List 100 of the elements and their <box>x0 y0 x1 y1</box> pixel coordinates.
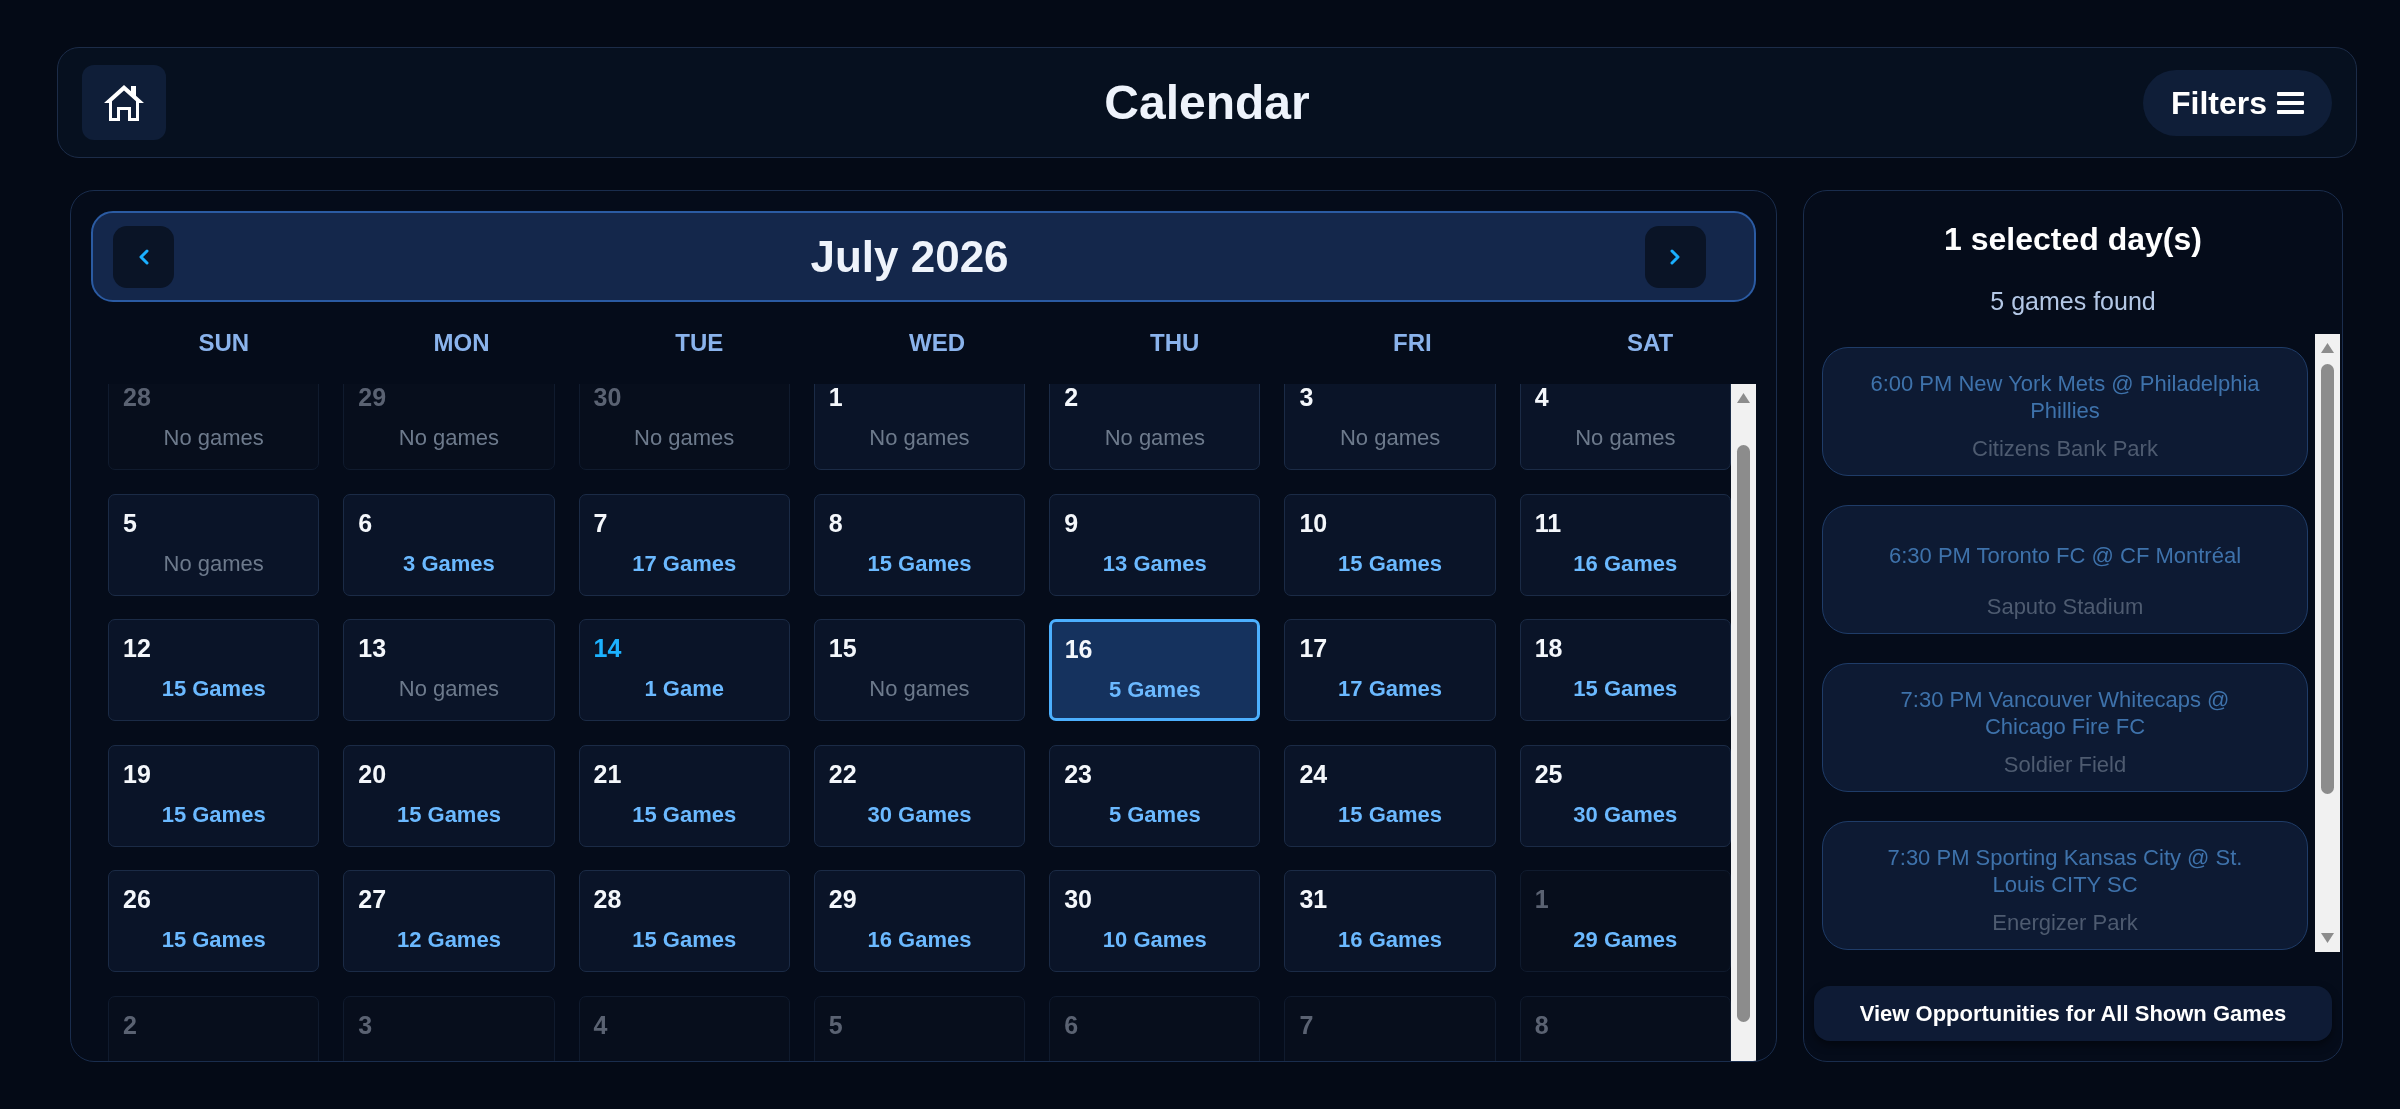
weekday-label: FRI <box>1393 328 1432 358</box>
day-number: 21 <box>593 758 622 789</box>
day-number: 11 <box>1534 507 1562 538</box>
chevron-left-icon <box>138 248 149 265</box>
scrollbar[interactable] <box>2315 334 2340 952</box>
game-count: No games <box>163 424 264 452</box>
day-cell[interactable]: 30 10 Games <box>1049 870 1261 972</box>
day-cell[interactable]: 22 30 Games <box>813 744 1026 847</box>
day-number: 29 <box>828 884 857 914</box>
day-number: 20 <box>358 758 387 789</box>
day-cell[interactable]: 12 15 Games <box>108 619 320 721</box>
scrollbar[interactable] <box>1731 384 1756 1061</box>
game-count: 15 Games <box>632 800 737 829</box>
day-cell[interactable]: 23 5 Games <box>1049 744 1261 847</box>
day-cell[interactable]: 13 No games <box>343 619 555 721</box>
scrollbar-thumb[interactable] <box>1737 445 1750 1022</box>
game-count: No games <box>398 675 500 703</box>
day-cell[interactable]: 29 No games <box>343 384 555 470</box>
day-cell[interactable]: 17 17 Games <box>1284 619 1496 721</box>
day-cell[interactable]: 10 15 Games <box>1284 493 1496 596</box>
day-cell[interactable]: 18 15 Games <box>1519 619 1731 721</box>
day-cell[interactable]: 9 13 Games <box>1049 493 1261 596</box>
game-count: 15 Games <box>396 800 501 829</box>
page-title: Calendar <box>1104 74 1310 131</box>
day-cell[interactable]: 29 16 Games <box>813 870 1026 972</box>
day-number: 8 <box>1534 1009 1549 1040</box>
games-found-label: 5 games found <box>1990 286 2156 317</box>
day-cell[interactable]: 31 16 Games <box>1284 870 1496 972</box>
day-number: 6 <box>1064 1009 1079 1040</box>
game-count: 17 Games <box>632 549 737 578</box>
day-number: 3 <box>1299 384 1314 412</box>
day-cell[interactable]: 25 30 Games <box>1519 744 1731 847</box>
day-cell[interactable]: 15 No games <box>813 619 1026 721</box>
day-cell[interactable]: 28 No games <box>108 384 320 470</box>
day-number: 16 <box>1064 633 1093 664</box>
game-count: 30 Games <box>867 800 972 829</box>
scroll-up-icon[interactable] <box>1736 392 1751 404</box>
day-number: 5 <box>828 1009 843 1040</box>
day-number: 23 <box>1064 758 1092 789</box>
day-number: 3 <box>358 1009 373 1040</box>
day-cell[interactable]: 1 No games <box>813 384 1026 470</box>
game-title: 6:00 PM New York Mets @ Philadelphia Phillies <box>1869 370 2261 424</box>
view-opportunities-button[interactable]: View Opportunities for All Shown Games <box>1814 986 2332 1041</box>
day-cell[interactable]: 27 12 Games <box>343 870 555 972</box>
day-cell[interactable]: 30 No games <box>578 384 790 470</box>
day-cell[interactable]: 8 15 Games <box>813 493 1026 596</box>
day-number: 10 <box>1299 507 1328 538</box>
day-cell[interactable]: 20 15 Games <box>343 744 555 847</box>
month-title: July 2026 <box>810 230 1009 283</box>
day-number: 12 <box>123 633 151 663</box>
day-number: 18 <box>1534 633 1563 663</box>
day-cell[interactable]: 24 15 Games <box>1284 744 1496 847</box>
day-cell[interactable]: 21 15 Games <box>578 744 790 847</box>
home-button[interactable] <box>82 65 166 140</box>
day-number: 19 <box>123 758 151 789</box>
game-count: 29 Games <box>1573 926 1678 954</box>
game-count: No games <box>1104 424 1205 452</box>
day-cell[interactable]: 2 No games <box>1049 384 1261 470</box>
game-count: No games <box>869 675 970 703</box>
weekday-label: THU <box>1150 328 1200 358</box>
venue-label: Citizens Bank Park <box>1972 435 2158 462</box>
day-cell[interactable]: 14 1 Game <box>578 619 790 721</box>
day-number: 24 <box>1299 758 1328 789</box>
day-number: 29 <box>358 384 387 412</box>
day-cell[interactable]: 1 29 Games <box>1519 870 1731 972</box>
day-cell[interactable]: 16 5 Games <box>1049 619 1261 721</box>
day-number: 15 <box>828 633 857 663</box>
day-number: 14 <box>593 633 622 663</box>
game-count: 17 Games <box>1338 675 1443 703</box>
game-count: 16 Games <box>1338 926 1443 954</box>
day-number: 17 <box>1299 633 1328 663</box>
game-count: 16 Games <box>1573 549 1678 578</box>
weekday-label: SUN <box>198 328 250 358</box>
day-cell[interactable]: 7 17 Games <box>578 493 790 596</box>
scrollbar-thumb[interactable] <box>2321 364 2334 794</box>
day-number: 28 <box>593 884 622 914</box>
day-cell[interactable]: 4 No games <box>1519 384 1731 470</box>
day-cell[interactable]: 5 No games <box>108 493 320 596</box>
day-cell[interactable]: 28 15 Games <box>578 870 790 972</box>
day-number: 7 <box>1299 1009 1314 1040</box>
game-count: 15 Games <box>161 800 266 829</box>
day-number: 5 <box>123 507 137 538</box>
scroll-down-icon[interactable] <box>2320 932 2335 944</box>
weekday-label: SAT <box>1627 328 1674 358</box>
scroll-up-icon[interactable] <box>2320 342 2335 354</box>
game-count: 15 Games <box>632 926 737 954</box>
day-cell[interactable]: 26 15 Games <box>108 870 320 972</box>
day-number: 30 <box>1064 884 1092 914</box>
game-count: 3 Games <box>403 549 495 578</box>
day-cell[interactable]: 6 3 Games <box>343 493 555 596</box>
day-cell[interactable]: 11 16 Games <box>1519 493 1731 596</box>
day-cell[interactable]: 3 No games <box>1284 384 1496 470</box>
filters-button[interactable]: Filters <box>2142 69 2332 136</box>
game-count: No games <box>634 424 735 452</box>
day-cell[interactable]: 19 15 Games <box>108 744 320 847</box>
game-count: 16 Games <box>867 926 972 954</box>
game-count: No games <box>163 549 264 578</box>
game-count: 10 Games <box>1102 926 1207 954</box>
day-number: 28 <box>123 384 151 412</box>
game-count: 15 Games <box>161 926 266 954</box>
